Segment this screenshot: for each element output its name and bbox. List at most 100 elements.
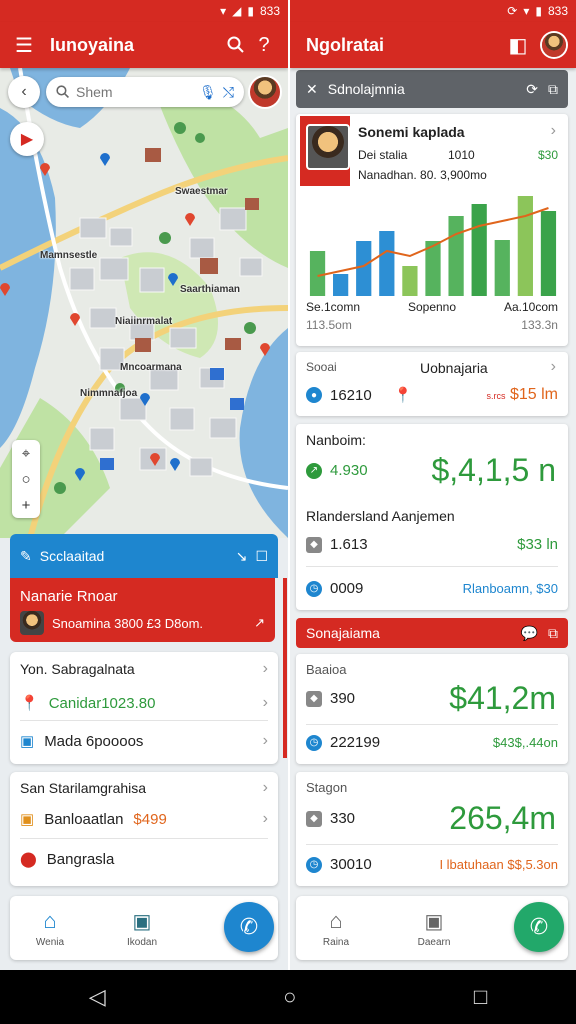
list-item-label: Mada 6poooos — [44, 732, 144, 750]
map-label: Niaiinrmalat — [115, 316, 173, 327]
list-item[interactable]: ▣ Banloaatlan $499 › — [10, 804, 278, 834]
wifi-icon: ▾ — [220, 4, 227, 18]
locate-icon[interactable]: ⌖ — [22, 440, 30, 466]
close-icon[interactable]: ✕ — [306, 81, 318, 98]
clock-icon: ◷ — [306, 856, 322, 873]
nav-gallery[interactable]: ▣ Daearn — [394, 909, 474, 948]
refresh-icon[interactable]: ⟳ — [526, 81, 538, 98]
list-item-label: 30010 — [330, 856, 372, 873]
list-item[interactable]: 📍 Canidar1023.80 › — [10, 686, 278, 720]
back-icon[interactable]: ◁ — [89, 984, 106, 1010]
chevron-right-icon[interactable]: › — [551, 122, 556, 140]
collapse-icon[interactable]: ↘ — [236, 548, 248, 565]
chat-icon[interactable]: 💬 — [521, 625, 538, 642]
mic-icon[interactable]: 🎙 — [199, 84, 217, 101]
chart-bar — [448, 216, 464, 296]
list-item-value: I lbatuhaan $$,5.3on — [439, 857, 558, 872]
balance-list-item[interactable]: ◷ 0009 Rlanboamn, $30 — [306, 580, 558, 597]
home-icon[interactable]: ○ — [283, 984, 296, 1010]
nav-label: Ikodan — [126, 936, 158, 948]
zoom-in-icon[interactable]: + — [22, 492, 31, 518]
back-icon[interactable]: ‹ — [8, 76, 40, 108]
expand-icon[interactable]: ☐ — [255, 548, 268, 565]
list-item[interactable]: ▣ Mada 6poooos › — [10, 721, 278, 761]
summary-row: ● 16210 📍 — [306, 386, 412, 404]
balance-header: Nanboim: — [306, 432, 366, 448]
home-icon: ⌂ — [329, 908, 343, 933]
clock-icon: ◷ — [306, 734, 322, 751]
list-header[interactable]: San Starilamgrahisa › — [10, 772, 278, 804]
stats-list-item[interactable]: ◷ 30010 I lbatuhaan $$,5.3on — [306, 856, 558, 873]
stats-list-item[interactable]: ◷ 222199 $43$,.44on — [306, 734, 558, 751]
stats-row[interactable]: ◆ 390 — [306, 690, 355, 707]
nav-label: Raina — [322, 937, 350, 948]
divider — [306, 844, 558, 845]
status-bar: ⟳ ▾ ▮ 833 — [290, 0, 576, 22]
avatar[interactable] — [250, 77, 280, 107]
system-nav-bar: ◁ ○ □ — [0, 970, 576, 1024]
map-search-row: ‹ Shem 🎙 ⤭ — [8, 76, 280, 108]
summary-amount: $15 lm — [509, 386, 558, 403]
play-icon[interactable]: ▶ — [10, 122, 44, 156]
chevron-right-icon: › — [262, 660, 268, 677]
left-app-bar: ☰ Iunoyaina ? — [0, 22, 288, 68]
signal-icon: ◢ — [232, 4, 242, 18]
search-icon[interactable] — [222, 31, 250, 59]
zoom-control: ⌖ ○ + — [12, 440, 40, 518]
menu-icon[interactable]: ☰ — [10, 31, 38, 59]
nav-label: Wenia — [35, 937, 65, 948]
nav-gallery[interactable]: ▣ Ikodan — [102, 909, 182, 948]
stats-row[interactable]: ◆ 330 — [306, 810, 355, 827]
list-header[interactable]: Yon. Sabragalnata › — [10, 652, 278, 686]
directions-icon[interactable]: ⤭ — [223, 84, 234, 101]
list-header-label: San Starilamgrahisa — [20, 780, 147, 796]
nav-label: Daearn — [417, 936, 451, 948]
chevron-right-icon: › — [262, 732, 268, 749]
summary-card[interactable]: Sooai Uobnajaria › ● 16210 📍 s.rcs $15 l… — [296, 352, 568, 416]
share-icon[interactable]: ↗ — [254, 615, 265, 631]
open-external-icon[interactable]: ⧉ — [548, 81, 558, 98]
chart-bar — [379, 231, 395, 296]
detail-toolbar: ✕ Sdnolajmnia ⟳ ⧉ — [296, 70, 568, 108]
scroll-indicator — [283, 578, 287, 758]
sheet-header[interactable]: ✎ Scclaaitad ↘ ☐ — [10, 534, 278, 578]
list-item-label: 222199 — [330, 734, 381, 751]
recents-icon[interactable]: □ — [474, 984, 487, 1010]
record-icon: ⬤ — [20, 851, 37, 868]
clock-icon: ◷ — [306, 580, 322, 597]
map-label: Swaestmar — [175, 186, 228, 197]
featured-card[interactable]: Nanarie Rnoar Snoamina 3800 £3 D8om. ↗ — [10, 578, 275, 642]
right-app-bar: Ngolratai ◧ — [290, 22, 576, 68]
nav-home[interactable]: ⌂ Wenia — [10, 908, 90, 948]
status-bar: ▾ ◢ ▮ 833 — [0, 0, 288, 22]
list-item-value: $33 ln — [517, 536, 558, 553]
balance-row-value: 4.930 — [330, 462, 368, 479]
map-label: Mamnsestle — [40, 250, 98, 261]
fab-button[interactable]: ✆ — [514, 902, 564, 952]
section-bar[interactable]: Sonajaiama 💬 ⧉ — [296, 618, 568, 648]
chart-footer-sub: 133.3n — [521, 318, 558, 332]
battery-icon: ▮ — [535, 4, 542, 18]
nav-home[interactable]: ⌂ Raina — [296, 908, 376, 948]
avatar[interactable] — [542, 33, 566, 57]
stats-amount: $41,2m — [449, 680, 556, 716]
summary-label: Sooai — [306, 360, 337, 374]
profile-stats: Dei stalia 1010 $30 — [358, 148, 558, 162]
summary-value: 16210 — [330, 386, 372, 404]
help-icon[interactable]: ? — [250, 31, 278, 59]
fab-button[interactable]: ✆ — [224, 902, 274, 952]
chart-bar — [402, 266, 418, 296]
search-input[interactable]: Shem 🎙 ⤭ — [46, 77, 244, 107]
sidebar-toggle-icon[interactable]: ◧ — [504, 31, 532, 59]
balance-subheader: Rlandersland Aanjemen — [306, 508, 455, 524]
list-item[interactable]: ⬤ Bangrasla — [10, 839, 278, 879]
stat-price: $30 — [537, 148, 558, 162]
pen-icon: ✎ — [20, 547, 32, 564]
compass-icon[interactable]: ○ — [21, 466, 30, 492]
balance-list-item[interactable]: ◆ 1.613 $33 ln — [306, 536, 558, 553]
balance-row[interactable]: ↗ 4.930 — [306, 462, 368, 479]
left-pane: ▾ ◢ ▮ 833 ☰ Iunoyaina ? Swaestmar Mamnse… — [0, 0, 288, 970]
balance-card: Nanboim: ↗ 4.930 $,4,1,5 n Rlandersland … — [296, 424, 568, 610]
open-external-icon[interactable]: ⧉ — [548, 625, 558, 642]
app-title: Ngolratai — [306, 34, 385, 55]
